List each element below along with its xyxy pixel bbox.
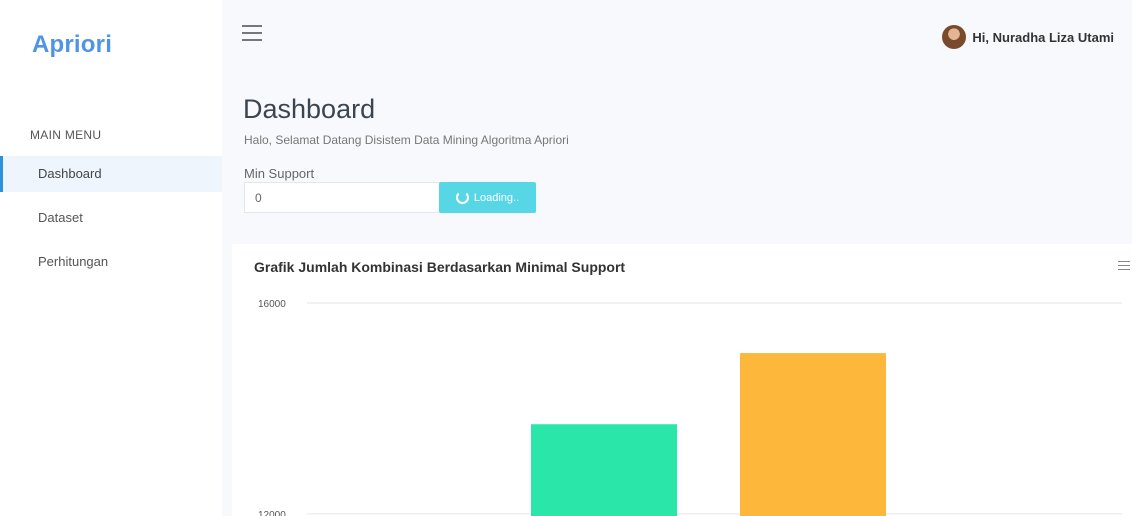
min-support-input[interactable] — [244, 182, 440, 213]
user-greeting[interactable]: Hi, Nuradha Liza Utami — [972, 30, 1114, 45]
brand-logo[interactable]: Apriori — [32, 31, 112, 59]
sidebar: Apriori MAIN MENU Dashboard Dataset Perh… — [0, 0, 222, 516]
chart-bar-2[interactable] — [740, 353, 886, 516]
y-tick-label: 16000 — [258, 299, 286, 310]
loading-button-label: Loading.. — [473, 191, 520, 204]
user-menu[interactable]: Hi, Nuradha Liza Utami — [942, 25, 1114, 49]
chart-bar-1[interactable] — [531, 424, 677, 516]
sidebar-item-dashboard[interactable]: Dashboard — [0, 156, 222, 192]
app-window: Apriori MAIN MENU Dashboard Dataset Perh… — [0, 0, 1132, 516]
hamburger-menu-icon[interactable] — [242, 25, 262, 41]
chart-card: Grafik Jumlah Kombinasi Berdasarkan Mini… — [232, 244, 1132, 516]
loading-button[interactable]: Loading.. — [439, 182, 536, 213]
min-support-label: Min Support — [244, 166, 315, 181]
spinner-icon — [455, 191, 469, 204]
sidebar-item-dataset[interactable]: Dataset — [0, 200, 222, 236]
sidebar-menu: Dashboard Dataset Perhitungan — [0, 156, 222, 288]
bar-chart: 16000 12000 — [258, 299, 1122, 516]
page-title: Dashboard — [243, 94, 376, 124]
y-tick-label: 12000 — [258, 510, 286, 516]
avatar[interactable] — [942, 25, 967, 49]
page-subtitle: Halo, Selamat Datang Disistem Data Minin… — [244, 133, 569, 147]
main-content: Hi, Nuradha Liza Utami Dashboard Halo, S… — [222, 0, 1132, 516]
menu-title: MAIN MENU — [30, 128, 102, 142]
topbar: Hi, Nuradha Liza Utami — [222, 0, 1132, 70]
sidebar-item-perhitungan[interactable]: Perhitungan — [0, 244, 222, 280]
